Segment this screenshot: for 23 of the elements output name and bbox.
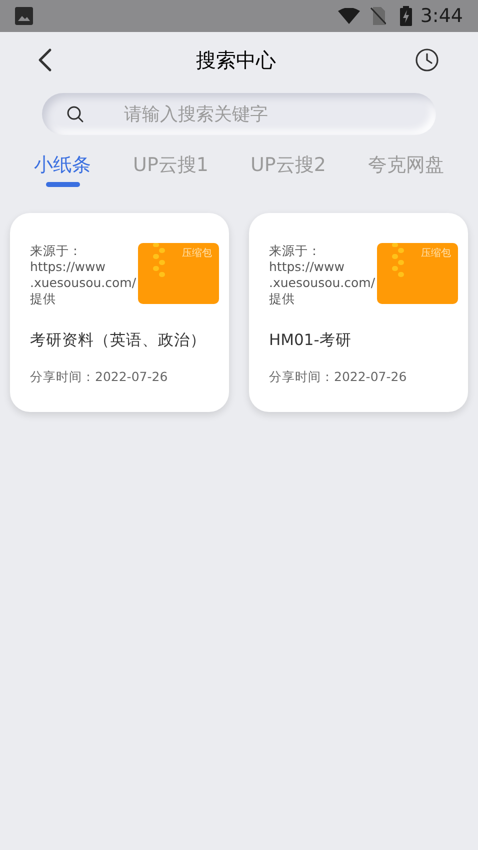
source-text: 来源于： https://www .xuesousou.com/ 提供 xyxy=(30,243,136,307)
no-sim-icon xyxy=(370,7,386,25)
status-time: 3:44 xyxy=(420,4,463,29)
result-title: 考研资料（英语、政治） xyxy=(30,330,207,351)
result-card[interactable]: 来源于： https://www .xuesousou.com/ 提供 压缩包 考研资料（英语、政治） 分享时间：2022-07-26 xyxy=(10,213,229,412)
result-title: HM01-考研 xyxy=(269,330,352,351)
source-text: 来源于： https://www .xuesousou.com/ 提供 xyxy=(269,243,376,307)
tab[interactable]: 夸克网盘 xyxy=(368,151,444,187)
history-clock-icon[interactable] xyxy=(414,47,440,73)
image-icon xyxy=(15,7,33,25)
share-date: 分享时间：2022-07-26 xyxy=(30,368,169,386)
result-card[interactable]: 来源于： https://www .xuesousou.com/ 提供 压缩包 HM01-考研 分享时间：2022-07-26 xyxy=(249,213,468,412)
battery-charging-icon xyxy=(400,6,412,26)
wifi-icon xyxy=(338,8,360,24)
page-title: 搜索中心 xyxy=(196,47,276,74)
file-type-label: 压缩包 xyxy=(421,249,452,259)
tab[interactable]: UP云搜1 xyxy=(133,151,208,187)
search-field[interactable]: 请输入搜索关键字 xyxy=(42,93,436,135)
search-icon xyxy=(66,105,84,123)
share-date: 分享时间：2022-07-26 xyxy=(269,368,408,386)
tab[interactable]: UP云搜2 xyxy=(250,151,326,187)
tab[interactable]: 小纸条 xyxy=(34,151,91,187)
file-type-label: 压缩包 xyxy=(182,249,212,259)
